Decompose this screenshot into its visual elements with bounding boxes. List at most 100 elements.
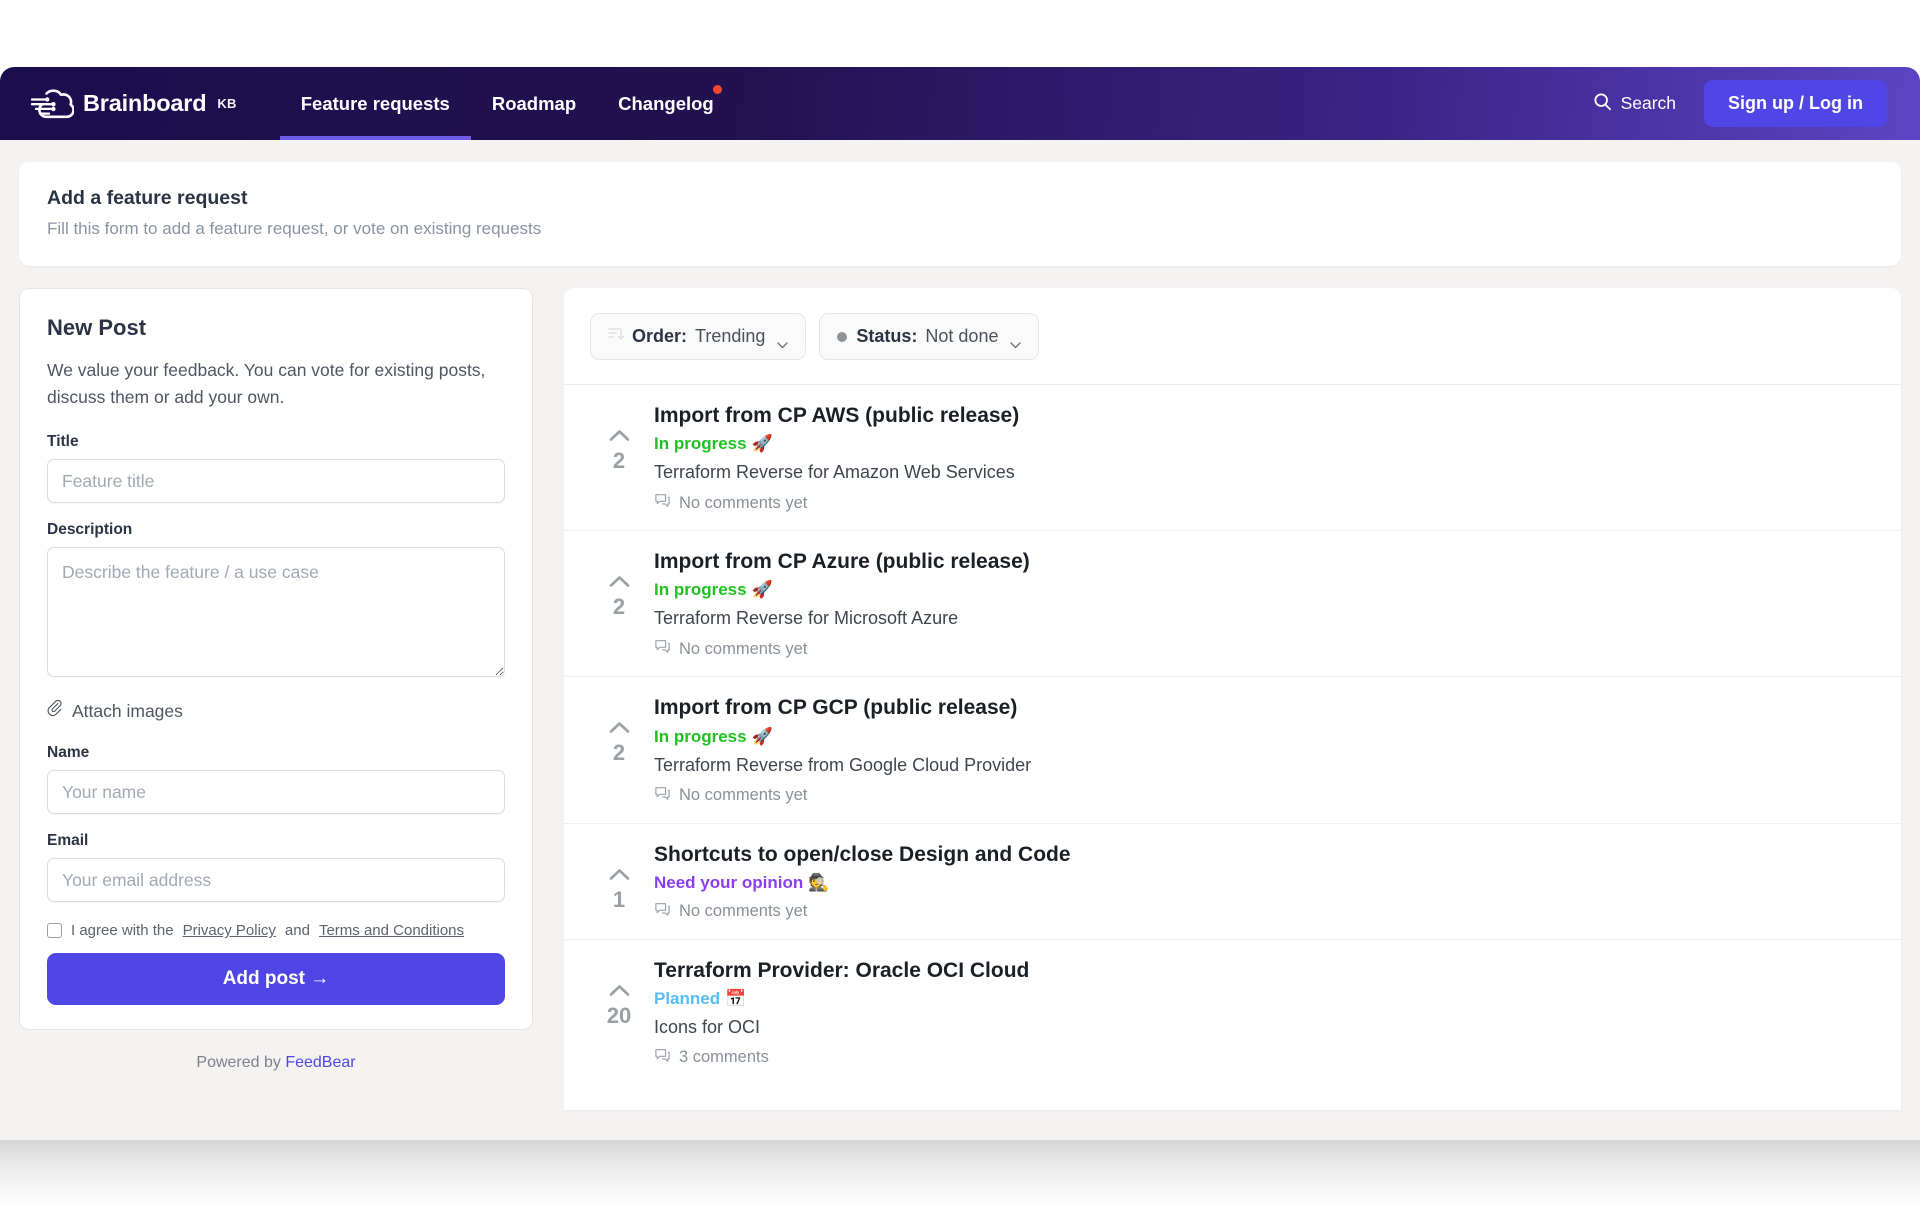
status-badge: Need your opinion 🕵️ — [654, 873, 1875, 893]
brand[interactable]: Brainboard KB — [30, 88, 237, 120]
description-textarea[interactable] — [47, 547, 505, 678]
post-comments: No comments yet — [654, 901, 1875, 923]
detective-icon: 🕵️ — [808, 872, 830, 892]
powered-by-prefix: Powered by — [196, 1054, 286, 1072]
comment-count-label: No comments yet — [679, 786, 808, 805]
intro-card: Add a feature request Fill this form to … — [19, 162, 1901, 266]
upvote-control[interactable]: 2 — [590, 549, 648, 619]
status-filter-dropdown[interactable]: Status: Not done — [819, 313, 1040, 360]
post-comments: No comments yet — [654, 492, 1875, 514]
cloud-circuit-logo-icon — [30, 88, 74, 120]
calendar-icon: 📅 — [725, 988, 747, 1008]
table-row[interactable]: 2 Import from CP Azure (public release) … — [564, 531, 1901, 678]
agreement-row: I agree with the Privacy Policy and Term… — [47, 922, 505, 939]
upvote-control[interactable]: 2 — [590, 695, 648, 765]
comment-icon — [654, 1047, 671, 1069]
upvote-control[interactable]: 2 — [590, 403, 648, 473]
upvote-control[interactable]: 1 — [590, 842, 648, 912]
posts-card: Order: Trending Status: Not done 2 Impor… — [564, 288, 1901, 1110]
agreement-checkbox[interactable] — [47, 923, 62, 939]
vote-count: 2 — [612, 740, 626, 766]
comment-icon — [654, 785, 671, 807]
chevron-up-icon — [609, 429, 630, 447]
status-filter-value: Not done — [925, 326, 999, 346]
notification-dot-icon — [712, 85, 722, 94]
name-input[interactable] — [47, 770, 505, 815]
post-title[interactable]: Import from CP Azure (public release) — [654, 549, 1875, 574]
vote-count: 2 — [612, 594, 626, 620]
main-nav: Feature requests Roadmap Changelog — [279, 67, 735, 140]
status-badge: In progress 🚀 — [654, 580, 1875, 600]
name-label: Name — [47, 744, 90, 762]
post-title[interactable]: Import from CP AWS (public release) — [654, 403, 1875, 428]
status-label: In progress — [654, 580, 747, 600]
sort-descending-icon — [608, 326, 625, 347]
order-filter-dropdown[interactable]: Order: Trending — [590, 313, 807, 360]
search-button[interactable]: Search — [1585, 92, 1704, 116]
post-content: Import from CP GCP (public release) In p… — [648, 695, 1875, 806]
title-input[interactable] — [47, 459, 505, 504]
post-comments: 3 comments — [654, 1047, 1875, 1069]
page-bottom-fade — [0, 1140, 1920, 1212]
vote-count: 1 — [612, 886, 626, 912]
comment-count-label: No comments yet — [679, 493, 808, 512]
filter-bar: Order: Trending Status: Not done — [564, 288, 1901, 385]
nav-item-roadmap[interactable]: Roadmap — [471, 67, 597, 140]
post-content: Terraform Provider: Oracle OCI Cloud Pla… — [648, 958, 1875, 1069]
upvote-control[interactable]: 20 — [590, 958, 648, 1028]
search-icon — [1593, 92, 1612, 116]
table-row[interactable]: 1 Shortcuts to open/close Design and Cod… — [564, 824, 1901, 940]
brand-suffix: KB — [217, 96, 237, 111]
title-label: Title — [47, 433, 79, 451]
new-post-card: New Post We value your feedback. You can… — [19, 288, 533, 1031]
terms-conditions-link[interactable]: Terms and Conditions — [319, 922, 464, 939]
new-post-description: We value your feedback. You can vote for… — [47, 360, 486, 408]
post-body: Terraform Reverse for Amazon Web Service… — [654, 462, 1015, 483]
brand-name: Brainboard — [83, 90, 207, 116]
attach-images-label: Attach images — [72, 700, 183, 721]
feedbear-link[interactable]: FeedBear — [285, 1054, 355, 1071]
page-subtitle: Fill this form to add a feature request,… — [47, 219, 542, 238]
status-label: Planned — [654, 988, 721, 1008]
agreement-and: and — [284, 922, 310, 940]
attach-images-button[interactable]: Attach images — [47, 700, 505, 722]
privacy-policy-link[interactable]: Privacy Policy — [183, 922, 276, 939]
powered-by: Powered by FeedBear — [19, 1054, 533, 1072]
chevron-up-icon — [609, 721, 630, 739]
site-header: Brainboard KB Feature requests Roadmap C… — [0, 67, 1920, 140]
posts-column: Order: Trending Status: Not done 2 Impor… — [564, 288, 1901, 1110]
signup-login-button[interactable]: Sign up / Log in — [1704, 80, 1887, 127]
table-row[interactable]: 2 Import from CP GCP (public release) In… — [564, 677, 1901, 824]
post-comments: No comments yet — [654, 785, 1875, 807]
add-post-button[interactable]: Add post → — [47, 953, 505, 1006]
status-badge: In progress 🚀 — [654, 434, 1875, 454]
status-dot-icon — [837, 331, 848, 342]
chevron-down-icon — [777, 333, 789, 349]
comment-icon — [654, 638, 671, 660]
post-body: Terraform Reverse for Microsoft Azure — [654, 608, 959, 629]
post-body: Icons for OCI — [654, 1016, 761, 1037]
post-title[interactable]: Shortcuts to open/close Design and Code — [654, 842, 1875, 867]
table-row[interactable]: 20 Terraform Provider: Oracle OCI Cloud … — [564, 940, 1901, 1085]
comment-count-label: No comments yet — [679, 902, 808, 921]
table-row[interactable]: 2 Import from CP AWS (public release) In… — [564, 385, 1901, 532]
nav-item-feature-requests[interactable]: Feature requests — [279, 67, 471, 140]
comment-count-label: 3 comments — [679, 1048, 769, 1067]
order-filter-value: Trending — [695, 326, 766, 346]
chevron-down-icon — [1010, 333, 1022, 349]
email-label: Email — [47, 832, 89, 850]
nav-label-feature-requests: Feature requests — [300, 92, 450, 114]
status-label: In progress — [654, 434, 747, 454]
description-field-group: Description — [47, 521, 505, 682]
email-field-group: Email — [47, 832, 505, 903]
page-title: Add a feature request — [47, 187, 248, 209]
paperclip-icon — [47, 700, 64, 722]
rocket-icon: 🚀 — [751, 580, 773, 600]
post-title[interactable]: Terraform Provider: Oracle OCI Cloud — [654, 958, 1875, 983]
post-title[interactable]: Import from CP GCP (public release) — [654, 695, 1875, 720]
email-input[interactable] — [47, 858, 505, 903]
post-content: Import from CP Azure (public release) In… — [648, 549, 1875, 660]
new-post-column: New Post We value your feedback. You can… — [19, 288, 533, 1072]
nav-item-changelog[interactable]: Changelog — [597, 67, 735, 140]
comment-icon — [654, 901, 671, 923]
